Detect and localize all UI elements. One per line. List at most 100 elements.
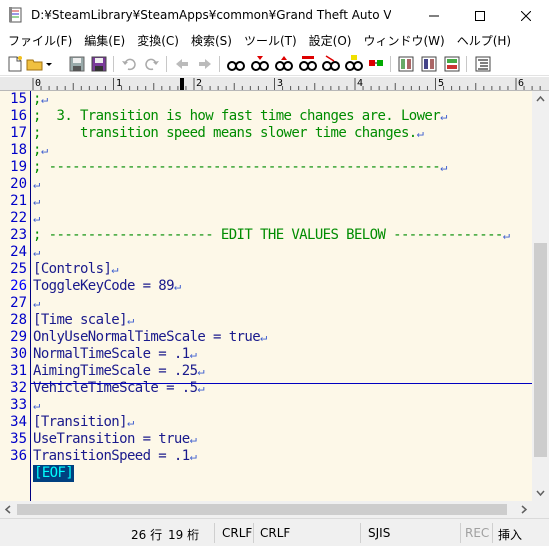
highlight-icon[interactable] (345, 55, 363, 73)
line-text: ; transition speed means slower time cha… (33, 125, 424, 142)
horizontal-scroll-thumb[interactable] (17, 504, 507, 515)
replace-icon[interactable] (299, 55, 317, 73)
line-text: [Time scale]↵ (33, 312, 134, 329)
diff-icon[interactable] (420, 55, 438, 73)
line-text: ToggleKeyCode = 89↵ (33, 278, 181, 295)
newline-mark: ↵ (33, 245, 40, 259)
save-all-icon[interactable] (90, 55, 108, 73)
status-rec: REC (465, 526, 490, 540)
scroll-down-icon[interactable] (532, 484, 549, 501)
editor-line[interactable]: 24 ↵ (0, 244, 532, 261)
menu-search[interactable]: 検索(S) (185, 31, 238, 51)
menu-convert[interactable]: 変換(C) (131, 31, 185, 51)
line-number: 35 (10, 431, 27, 447)
menu-tools[interactable]: ツール(T) (238, 31, 303, 51)
new-file-icon[interactable] (6, 55, 24, 73)
ruler: 0 1 2 3 4 5 6 (0, 77, 549, 91)
editor-line[interactable]: 16 ; 3. Transition is how fast time chang… (0, 108, 532, 125)
line-content: [Time scale] (33, 312, 128, 328)
tag-jump-icon[interactable] (443, 55, 461, 73)
vertical-scroll-thumb[interactable] (534, 243, 547, 457)
newline-mark: ↵ (40, 92, 48, 106)
status-eol: CRLF (222, 526, 253, 540)
line-content: OnlyUseNormalTimeScale = true (33, 329, 261, 345)
line-text: ↵ (33, 295, 40, 312)
editor-area[interactable]: 15 ;↵ 16; 3. Transition is how fast time c… (0, 91, 532, 501)
editor-line[interactable]: 30 NormalTimeScale = .1↵ (0, 346, 532, 363)
maximize-button[interactable] (457, 0, 503, 31)
editor-line[interactable]: 21 ↵ (0, 193, 532, 210)
editor-line[interactable]: 15 ;↵ (0, 91, 532, 108)
undo-icon[interactable] (120, 55, 138, 73)
newline-mark: ↵ (502, 228, 510, 242)
editor-line[interactable]: 33 ↵ (0, 397, 532, 414)
open-folder-icon[interactable] (26, 55, 44, 73)
line-number: 15 (10, 91, 27, 107)
eof-line: [EOF] (0, 465, 532, 482)
search-down-icon[interactable] (251, 55, 269, 73)
menu-settings[interactable]: 設定(O) (303, 31, 358, 51)
ruler-label: 6 (518, 78, 525, 89)
status-column: 19 桁 (168, 528, 200, 542)
menu-window[interactable]: ウィンドウ(W) (357, 31, 450, 51)
save-icon[interactable] (68, 55, 86, 73)
menu-help[interactable]: ヘルプ(H) (451, 31, 517, 51)
status-line: 26 行 (131, 528, 163, 542)
compare-icon[interactable] (397, 55, 415, 73)
editor-line[interactable]: 29 OnlyUseNormalTimeScale = true↵ (0, 329, 532, 346)
editor-line[interactable]: 22 ↵ (0, 210, 532, 227)
scroll-right-icon[interactable] (515, 501, 532, 518)
ruler-label: 5 (438, 78, 445, 89)
editor-line[interactable]: 27 ↵ (0, 295, 532, 312)
newline-mark: ↵ (440, 109, 447, 123)
line-text: ;↵ (33, 91, 48, 108)
editor-line[interactable]: 17 ; transition speed means slower time c… (0, 125, 532, 142)
status-insert-mode: 挿入 (498, 528, 523, 542)
scroll-up-icon[interactable] (532, 91, 549, 108)
line-number: 34 (10, 414, 27, 430)
line-text: [Transition]↵ (33, 414, 134, 431)
redo-icon[interactable] (143, 55, 161, 73)
line-content: ; (33, 91, 41, 107)
search-clear-icon[interactable] (322, 55, 340, 73)
status-separator (492, 523, 493, 543)
editor-line[interactable]: 28 [Time scale]↵ (0, 312, 532, 329)
line-content: ToggleKeyCode = 89 (33, 278, 175, 294)
editor-line[interactable]: 35 UseTransition = true↵ (0, 431, 532, 448)
editor-line[interactable]: 36 TransitionSpeed = .1↵ (0, 448, 532, 465)
search-up-icon[interactable] (275, 55, 293, 73)
forward-icon[interactable] (196, 55, 214, 73)
open-dropdown-icon[interactable] (44, 55, 54, 73)
minimize-button[interactable] (411, 0, 457, 31)
status-separator (253, 523, 254, 543)
editor-line[interactable]: 34 [Transition]↵ (0, 414, 532, 431)
editor-line[interactable]: 26 ToggleKeyCode = 89↵ (0, 278, 532, 295)
ruler-label: 3 (277, 78, 284, 89)
editor-line[interactable]: 31 AimingTimeScale = .25↵ (0, 363, 532, 380)
line-number: 29 (10, 329, 27, 345)
editor-line[interactable]: 19 ; ------------------------------------… (0, 159, 532, 176)
scroll-left-icon[interactable] (0, 501, 17, 518)
line-text: NormalTimeScale = .1↵ (33, 346, 197, 363)
vertical-scrollbar[interactable] (532, 91, 549, 501)
close-button[interactable] (503, 0, 549, 31)
outline-icon[interactable] (474, 55, 492, 73)
horizontal-scrollbar[interactable] (0, 501, 532, 518)
menu-edit[interactable]: 編集(E) (78, 31, 131, 51)
toolbar (0, 51, 549, 76)
back-icon[interactable] (173, 55, 191, 73)
line-number: 26 (10, 278, 27, 294)
line-number: 25 (10, 261, 27, 277)
menu-file[interactable]: ファイル(F) (2, 31, 78, 51)
editor-line[interactable]: 18 ;↵ (0, 142, 532, 159)
app-icon[interactable] (8, 7, 24, 23)
editor-line[interactable]: 23 ; --------------------- EDIT THE VALUE… (0, 227, 532, 244)
search-icon[interactable] (227, 55, 245, 73)
editor-line[interactable]: 25 [Controls]↵ (0, 261, 532, 278)
line-text: TransitionSpeed = .1↵ (33, 448, 197, 465)
newline-mark: ↵ (189, 432, 197, 446)
toolbar-separator (113, 56, 114, 72)
editor-line[interactable]: 20 ↵ (0, 176, 532, 193)
ruler-label: 2 (196, 78, 203, 89)
grep-icon[interactable] (367, 55, 385, 73)
